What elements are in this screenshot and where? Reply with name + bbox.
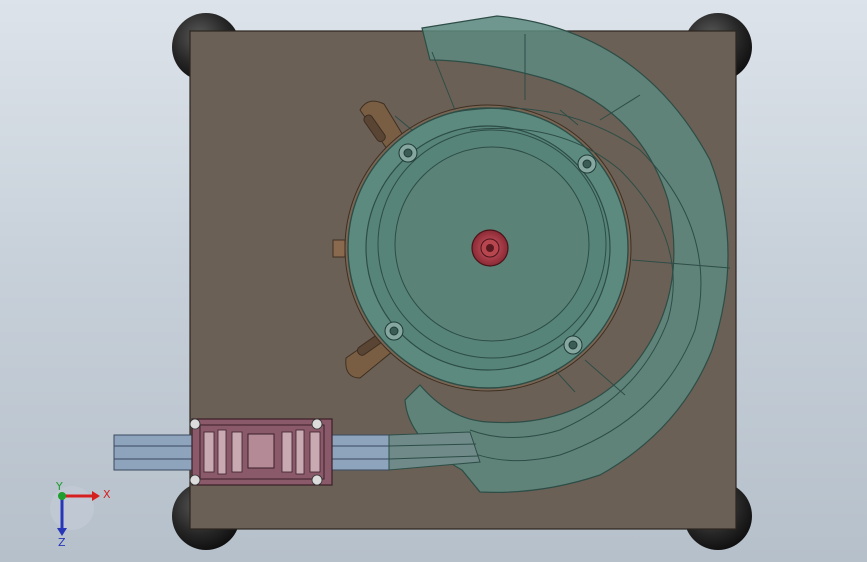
- axis-x-label: X: [103, 488, 111, 501]
- axis-y-label: Y: [55, 480, 63, 493]
- center-hub[interactable]: [471, 229, 509, 267]
- side-tab: [332, 239, 346, 258]
- cad-viewport[interactable]: X Y Z: [0, 0, 867, 562]
- coordinate-triad: X Y Z: [50, 480, 111, 549]
- axis-z-label: Z: [58, 536, 66, 549]
- axis-y-arrow-icon: [58, 492, 66, 500]
- linear-vibrator[interactable]: [189, 418, 333, 486]
